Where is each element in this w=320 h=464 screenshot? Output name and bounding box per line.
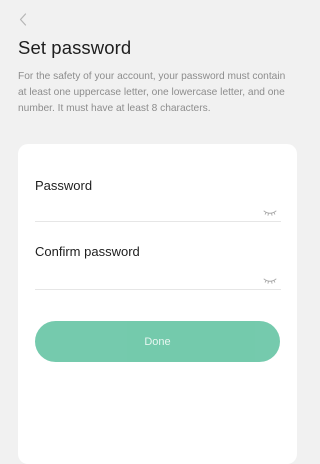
password-form-card: Password Confirm password Done [18,144,297,464]
password-label: Password [35,178,93,193]
confirm-password-input[interactable] [35,270,281,290]
chevron-left-icon [19,12,27,26]
done-button[interactable]: Done [35,321,280,362]
eye-closed-icon[interactable] [263,209,277,217]
password-requirements-text: For the safety of your account, your pas… [18,71,286,114]
page-title: Set password [18,37,132,58]
eye-closed-icon[interactable] [263,277,277,285]
password-input[interactable] [35,202,281,222]
set-password-screen: Set password For the safety of your acco… [0,0,302,464]
confirm-password-label: Confirm password [35,244,140,259]
back-button[interactable] [16,11,30,27]
